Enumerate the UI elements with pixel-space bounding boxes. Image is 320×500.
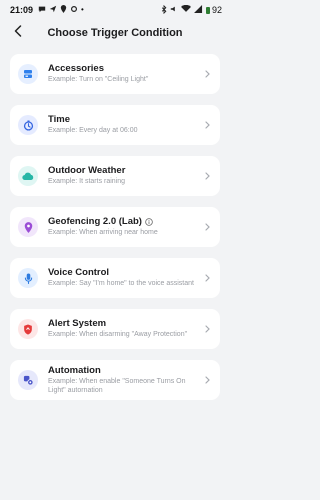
trigger-item-time[interactable]: Time Example: Every day at 06:00 (10, 105, 220, 145)
chevron-right-icon (200, 172, 210, 180)
trigger-subtitle: Example: When arriving near home (48, 229, 158, 237)
chevron-right-icon (200, 376, 210, 384)
trigger-subtitle: Example: Say "I'm home" to the voice ass… (48, 280, 194, 288)
more-icon: • (81, 5, 84, 14)
chevron-right-icon (200, 121, 210, 129)
send-icon (49, 5, 57, 15)
signal-icon (194, 5, 203, 15)
message-icon (38, 5, 46, 15)
trigger-title: Outdoor Weather (48, 165, 126, 177)
wifi-icon (180, 4, 191, 15)
accessory-icon (18, 64, 38, 84)
trigger-subtitle: Example: Every day at 06:00 (48, 127, 138, 135)
clock-icon (18, 115, 38, 135)
chevron-right-icon (200, 274, 210, 282)
battery-icon (205, 6, 210, 14)
trigger-list: Accessories Example: Turn on "Ceiling Li… (0, 46, 230, 400)
automation-icon (18, 370, 38, 390)
back-button[interactable] (10, 23, 26, 39)
chevron-right-icon (200, 325, 210, 333)
trigger-subtitle: Example: When disarming "Away Protection… (48, 331, 188, 339)
cloud-icon (18, 166, 38, 186)
shield-icon (18, 319, 38, 339)
trigger-title: Automation (48, 364, 101, 376)
notification-icon (70, 5, 78, 15)
chevron-right-icon (200, 223, 210, 231)
trigger-item-accessories[interactable]: Accessories Example: Turn on "Ceiling Li… (10, 54, 220, 94)
battery-level: 92 (211, 5, 222, 15)
trigger-title: Accessories (48, 63, 104, 75)
trigger-subtitle: Example: Turn on "Ceiling Light" (48, 76, 149, 84)
trigger-item-automation[interactable]: Automation Example: When enable "Someone… (10, 360, 220, 400)
location-icon (60, 5, 67, 15)
info-icon[interactable] (145, 217, 153, 226)
trigger-subtitle: Example: It starts raining (48, 178, 126, 186)
microphone-icon (18, 268, 38, 288)
mute-icon (170, 5, 178, 15)
status-bar: 21:09 • 92 (0, 0, 230, 20)
trigger-item-alert-system[interactable]: Alert System Example: When disarming "Aw… (10, 309, 220, 349)
trigger-subtitle: Example: When enable "Someone Turns On L… (48, 377, 186, 394)
location-pin-icon (18, 217, 38, 237)
trigger-item-outdoor-weather[interactable]: Outdoor Weather Example: It starts raini… (10, 156, 220, 196)
bluetooth-icon (161, 4, 167, 16)
trigger-title: Time (48, 114, 71, 126)
page-title: Choose Trigger Condition (47, 27, 183, 39)
chevron-left-icon (14, 25, 22, 37)
status-time: 21:09 (10, 5, 34, 15)
chevron-right-icon (200, 70, 210, 78)
battery-indicator: 92 (205, 5, 222, 15)
trigger-item-geofencing[interactable]: Geofencing 2.0 (Lab) Example: When arriv… (10, 207, 220, 247)
header: Choose Trigger Condition (0, 20, 230, 46)
trigger-item-voice-control[interactable]: Voice Control Example: Say "I'm home" to… (10, 258, 220, 298)
trigger-title: Voice Control (48, 267, 110, 279)
trigger-title: Alert System (48, 318, 107, 330)
trigger-title: Geofencing 2.0 (Lab) (48, 216, 142, 228)
